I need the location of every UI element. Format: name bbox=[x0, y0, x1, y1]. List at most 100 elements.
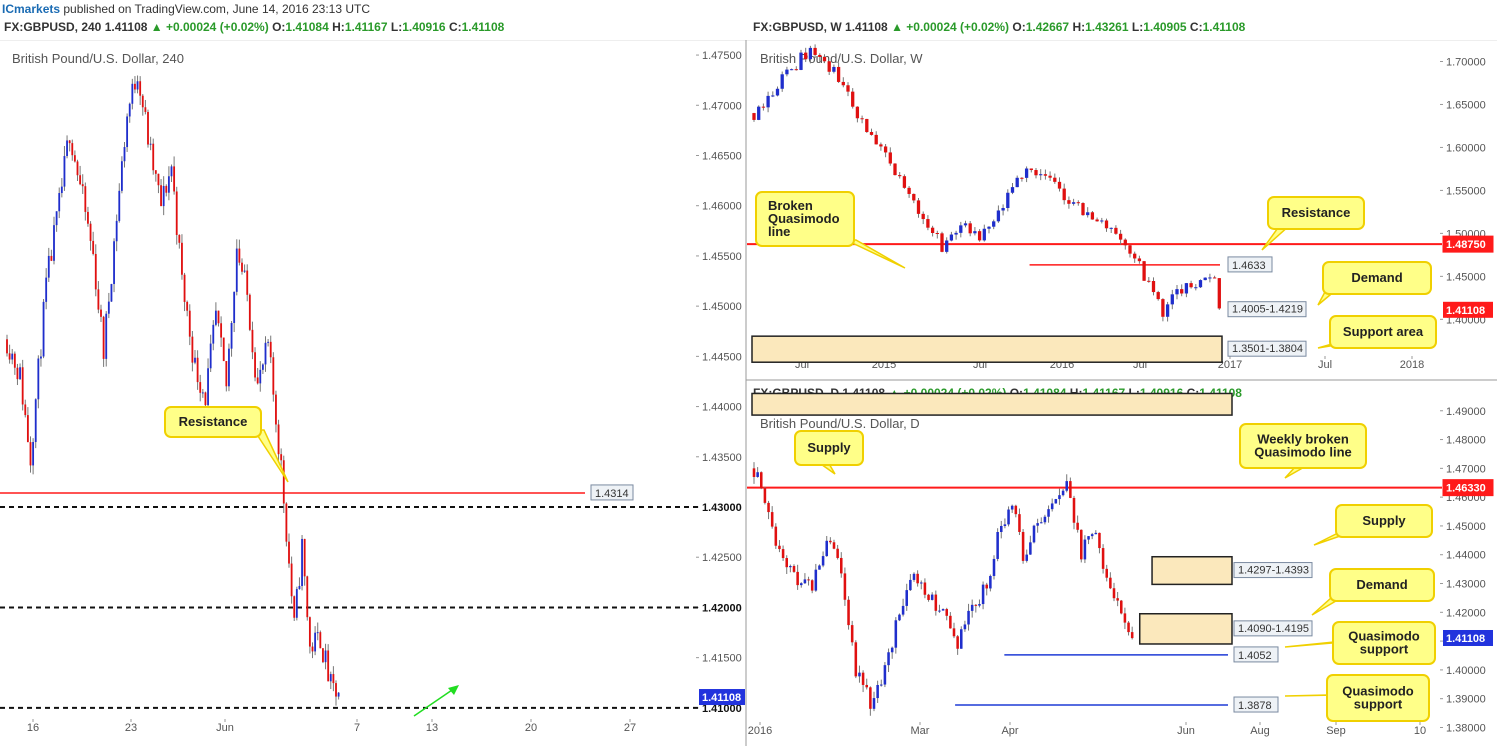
candle bbox=[1039, 169, 1043, 181]
candle bbox=[781, 545, 785, 561]
candle bbox=[285, 502, 288, 547]
candle-body bbox=[898, 614, 901, 621]
last-price-text: 1.41108 bbox=[1446, 305, 1485, 317]
candle-body bbox=[58, 193, 61, 212]
candle-body bbox=[941, 609, 945, 611]
candle bbox=[775, 86, 780, 97]
candle bbox=[113, 238, 115, 293]
candle-body bbox=[968, 223, 972, 234]
candle-body bbox=[813, 47, 817, 55]
candle-body bbox=[322, 648, 324, 663]
header-change: +0.00024 (+0.02%) bbox=[906, 20, 1009, 34]
candle-body bbox=[789, 565, 792, 568]
candle-body bbox=[1024, 168, 1029, 178]
candle-body bbox=[847, 599, 850, 626]
candle bbox=[1118, 229, 1123, 245]
candle bbox=[1208, 273, 1212, 283]
candle bbox=[235, 239, 238, 296]
candle-body bbox=[959, 225, 963, 233]
candle bbox=[1120, 599, 1123, 615]
candle-body bbox=[800, 583, 803, 586]
price-tag-text: 1.42000 bbox=[702, 602, 742, 614]
candle-body bbox=[923, 582, 927, 595]
candle bbox=[165, 184, 168, 197]
candle-body bbox=[1120, 600, 1123, 614]
candle-body bbox=[73, 155, 76, 162]
candle-body bbox=[1072, 497, 1076, 523]
candle bbox=[912, 572, 916, 582]
candle-body bbox=[217, 310, 220, 324]
candle bbox=[1007, 506, 1010, 527]
candle-body bbox=[186, 301, 189, 311]
candle bbox=[1133, 251, 1137, 263]
candle-body bbox=[799, 52, 803, 70]
zone-label-text: 1.3501-1.3804 bbox=[1232, 343, 1303, 355]
candle bbox=[756, 467, 759, 478]
candle bbox=[821, 551, 825, 568]
candle bbox=[1020, 177, 1024, 182]
candle bbox=[209, 334, 212, 373]
candle-body bbox=[1208, 277, 1212, 279]
candle-body bbox=[1081, 203, 1085, 216]
candle-body bbox=[1006, 192, 1010, 208]
candle-body bbox=[1000, 525, 1003, 533]
candle-body bbox=[861, 672, 865, 685]
header-o-label: O: bbox=[272, 20, 285, 34]
candle-body bbox=[907, 187, 911, 194]
candle bbox=[789, 68, 794, 71]
candle-body bbox=[32, 442, 35, 466]
candle-body bbox=[1047, 509, 1050, 517]
candle bbox=[807, 576, 810, 586]
candle bbox=[264, 336, 267, 372]
x-tick-label: 10 bbox=[1414, 725, 1426, 737]
candle bbox=[1001, 204, 1005, 216]
candle bbox=[907, 185, 911, 198]
candle-body bbox=[851, 91, 855, 107]
candle-body bbox=[1198, 280, 1203, 288]
candle bbox=[771, 91, 775, 98]
candle-body bbox=[898, 175, 902, 177]
candle-body bbox=[243, 270, 246, 272]
candle bbox=[1036, 518, 1039, 533]
candle bbox=[1000, 520, 1003, 539]
candle bbox=[63, 146, 66, 191]
candle bbox=[53, 216, 55, 265]
candle-body bbox=[858, 672, 861, 677]
candle bbox=[789, 564, 792, 573]
candle-body bbox=[909, 579, 912, 591]
header-h-label: H: bbox=[332, 20, 345, 34]
candle bbox=[778, 540, 781, 553]
candle-body bbox=[92, 240, 95, 254]
candle-body bbox=[1083, 539, 1087, 560]
candle bbox=[1003, 518, 1007, 529]
candle bbox=[1032, 524, 1036, 544]
candle-body bbox=[956, 636, 959, 649]
candle bbox=[963, 620, 967, 632]
candle-body bbox=[872, 698, 876, 709]
candle bbox=[275, 390, 277, 433]
candle bbox=[282, 455, 285, 514]
candle-body bbox=[1180, 289, 1184, 294]
candle-body bbox=[970, 604, 974, 611]
candle bbox=[1130, 626, 1134, 640]
candle-body bbox=[1090, 534, 1094, 537]
candle bbox=[1123, 607, 1127, 630]
callout: Demand bbox=[1317, 261, 1432, 306]
candle-body bbox=[876, 684, 879, 699]
candle bbox=[1043, 169, 1048, 180]
candle bbox=[785, 66, 789, 77]
candle-body bbox=[810, 580, 814, 591]
candle bbox=[277, 419, 280, 461]
candle-body bbox=[144, 107, 147, 112]
candle-body bbox=[888, 152, 892, 164]
candle-body bbox=[774, 526, 778, 546]
candle-body bbox=[760, 472, 763, 489]
candle bbox=[766, 91, 770, 113]
candle bbox=[1116, 591, 1119, 607]
y-tick-label: 1.46000 bbox=[702, 201, 742, 213]
candle bbox=[1161, 298, 1165, 322]
candle bbox=[825, 536, 828, 557]
candle-body bbox=[110, 284, 113, 302]
candle bbox=[785, 555, 788, 574]
callout: Broken Quasimodo line bbox=[755, 191, 906, 269]
